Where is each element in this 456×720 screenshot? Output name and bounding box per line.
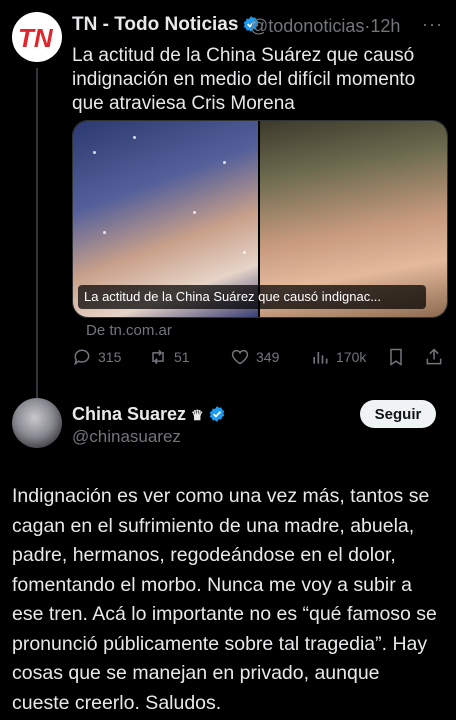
svg-text:TN: TN bbox=[18, 23, 54, 52]
repost-button[interactable]: 51 bbox=[148, 347, 190, 367]
like-count: 349 bbox=[256, 349, 280, 365]
more-icon[interactable]: ··· bbox=[422, 14, 443, 35]
author-handle[interactable]: @todonoticias·12h bbox=[250, 16, 400, 37]
chinasuarez-avatar[interactable] bbox=[12, 398, 62, 448]
handle-text: @todonoticias bbox=[250, 16, 365, 36]
author-name-text: TN - Todo Noticias bbox=[72, 14, 239, 35]
tn-avatar[interactable]: TN bbox=[12, 12, 62, 62]
repost-count: 51 bbox=[174, 349, 190, 365]
crown-icon: ♛ bbox=[191, 407, 204, 423]
repost-icon bbox=[152, 349, 164, 365]
card-caption: La actitud de la China Suárez que causó … bbox=[78, 285, 426, 309]
quoted-author-handle[interactable]: @chinasuarez bbox=[72, 427, 181, 447]
author-name[interactable]: TN - Todo Noticias bbox=[72, 14, 260, 36]
reply-button[interactable]: 315 bbox=[72, 347, 121, 367]
like-button[interactable]: 349 bbox=[230, 347, 279, 367]
action-bar: 315 51 349 170k bbox=[72, 347, 452, 371]
like-icon bbox=[231, 349, 249, 365]
tweet-text: La actitud de la China Suárez que causó … bbox=[72, 45, 416, 114]
thread-line bbox=[36, 68, 38, 398]
reply-count: 315 bbox=[98, 349, 122, 365]
views-count: 170k bbox=[336, 349, 367, 365]
verified-icon bbox=[209, 406, 224, 422]
tweet-time[interactable]: 12h bbox=[370, 16, 400, 36]
views-icon bbox=[313, 352, 328, 364]
share-button[interactable] bbox=[424, 347, 450, 367]
follow-button[interactable]: Seguir bbox=[360, 400, 436, 428]
bookmark-icon bbox=[390, 348, 402, 366]
reply-icon bbox=[74, 349, 90, 366]
quoted-author-name[interactable]: China Suarez ♛ bbox=[72, 404, 226, 425]
tn-logo-icon: TN bbox=[18, 23, 54, 52]
card-source[interactable]: De tn.com.ar bbox=[86, 322, 172, 339]
quoted-author-name-text: China Suarez bbox=[72, 404, 187, 424]
quoted-tweet-text: Indignación es ver como una vez más, tan… bbox=[12, 485, 437, 714]
views-button[interactable]: 170k bbox=[310, 347, 366, 367]
share-icon bbox=[426, 348, 442, 365]
bookmark-button[interactable] bbox=[386, 347, 412, 367]
